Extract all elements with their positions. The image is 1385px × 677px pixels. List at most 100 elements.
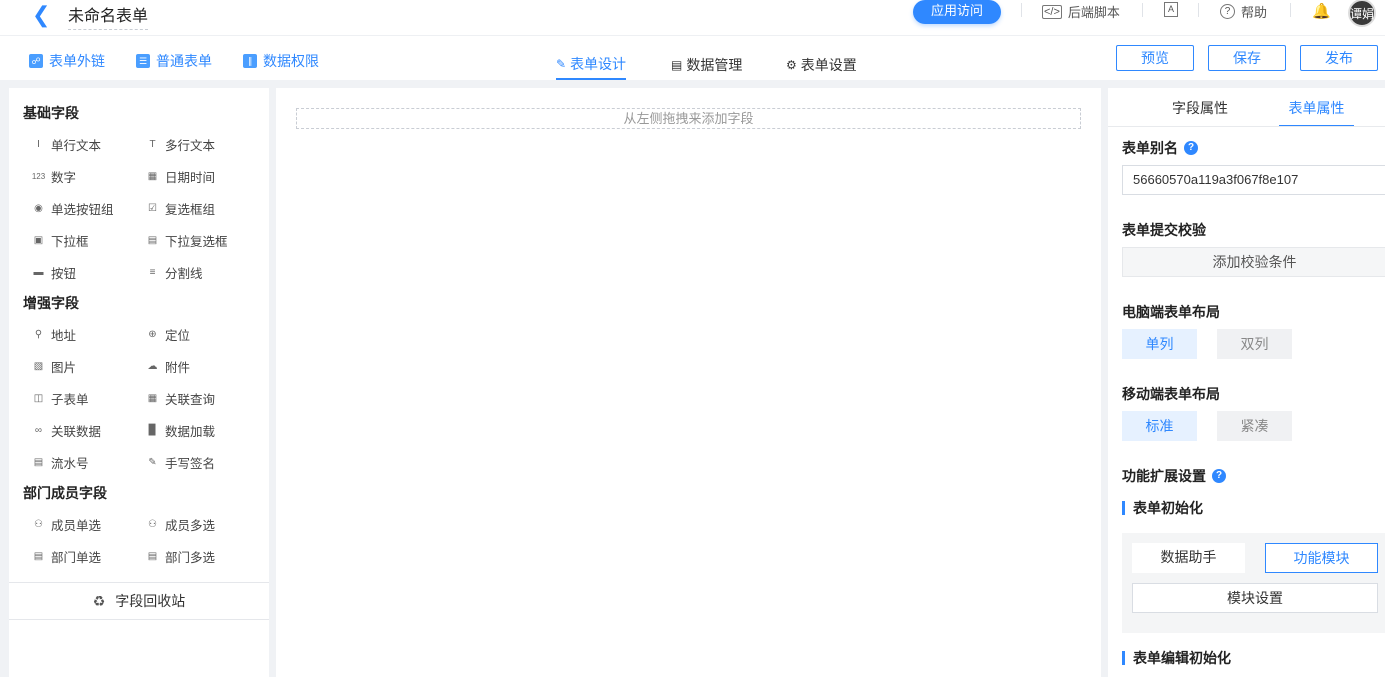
field-datetime[interactable]: ▦ 日期时间 <box>146 167 215 186</box>
help-icon[interactable]: ? <box>1184 141 1198 155</box>
checkbox-icon: ☑ <box>148 203 157 214</box>
field-divider[interactable]: ≡ 分割线 <box>146 263 203 282</box>
mobile-layout-label: 移动端表单布局 <box>1122 386 1220 402</box>
properties-panel: 字段属性 表单属性 表单别名 ? 56660570a119a3f067f8e10… <box>1108 88 1385 677</box>
function-module-button[interactable]: 功能模块 <box>1265 543 1378 573</box>
field-radio-group[interactable]: ◉ 单选按钮组 <box>32 199 113 218</box>
tab-data-management[interactable]: ▤ 数据管理 <box>671 49 742 80</box>
mobile-layout-compact[interactable]: 紧凑 <box>1217 411 1292 441</box>
form-canvas[interactable]: 从左侧拖拽来添加字段 <box>276 88 1101 677</box>
bar-chart-icon: ∥ <box>243 54 257 68</box>
divider-icon: ≡ <box>149 267 156 278</box>
link-icon: ☍ <box>29 54 43 68</box>
field-dept-single[interactable]: ▤ 部门单选 <box>32 547 101 566</box>
pc-layout-single[interactable]: 单列 <box>1122 329 1197 359</box>
field-dropdown[interactable]: ▣ 下拉框 <box>32 231 89 250</box>
field-related-query[interactable]: ▦ 关联查询 <box>146 389 215 408</box>
top-bar: ❮ 未命名表单 应用访问 </> 后端脚本 A ? 帮助 🔔 谭娟 <box>0 0 1385 36</box>
mobile-layout-standard[interactable]: 标准 <box>1122 411 1197 441</box>
data-assistant-button[interactable]: 数据助手 <box>1132 543 1245 573</box>
field-serial-number[interactable]: ▤ 流水号 <box>32 453 89 472</box>
form-external-link[interactable]: ☍ 表单外链 <box>29 51 105 71</box>
field-signature[interactable]: ✎ 手写签名 <box>146 453 215 472</box>
form-external-link-label: 表单外链 <box>49 53 105 69</box>
bar-chart-icon: ▉ <box>148 425 157 436</box>
number-icon: 123 <box>31 172 46 181</box>
divider <box>1198 3 1199 17</box>
field-member-single[interactable]: ⚇ 成员单选 <box>32 515 101 534</box>
calendar-icon: ▦ <box>147 171 158 182</box>
field-label: 复选框组 <box>165 203 216 217</box>
module-settings-button[interactable]: 模块设置 <box>1132 583 1378 613</box>
field-subform[interactable]: ◫ 子表单 <box>32 389 89 408</box>
field-label: 单行文本 <box>51 139 102 153</box>
bell-icon[interactable]: 🔔 <box>1312 2 1331 20</box>
field-button[interactable]: ▬ 按钮 <box>32 263 77 282</box>
alias-label: 表单别名 ? <box>1122 138 1198 158</box>
pen-icon: ✎ <box>148 457 157 468</box>
field-location[interactable]: ⊕ 定位 <box>146 325 190 344</box>
field-label: 附件 <box>165 361 191 375</box>
backend-script-button[interactable]: </> 后端脚本 <box>1042 2 1120 21</box>
users-icon: ⚇ <box>148 519 157 530</box>
form-title[interactable]: 未命名表单 <box>68 2 149 30</box>
pc-layout-label: 电脑端表单布局 <box>1122 304 1220 320</box>
field-attachment[interactable]: ☁ 附件 <box>146 357 191 376</box>
help-label: 帮助 <box>1241 5 1268 20</box>
field-label: 地址 <box>51 329 77 343</box>
drop-zone[interactable]: 从左侧拖拽来添加字段 <box>296 108 1081 129</box>
tab-form-settings[interactable]: ⚙ 表单设置 <box>786 49 857 80</box>
help-button[interactable]: ? 帮助 <box>1220 2 1267 21</box>
field-label: 部门单选 <box>51 551 102 565</box>
field-label: 日期时间 <box>165 171 216 185</box>
backend-script-label: 后端脚本 <box>1067 5 1120 20</box>
back-icon[interactable]: ❮ <box>32 4 50 26</box>
chart-icon: ▤ <box>671 57 683 72</box>
tab-form-design-label: 表单设计 <box>570 55 627 72</box>
settings-doc-icon: ⚙ <box>786 57 797 72</box>
field-data-load[interactable]: ▉ 数据加载 <box>146 421 215 440</box>
tab-form-settings-label: 表单设置 <box>800 56 857 73</box>
field-dept-multi[interactable]: ▤ 部门多选 <box>146 547 215 566</box>
tab-form-properties[interactable]: 表单属性 <box>1279 98 1354 127</box>
tab-field-properties[interactable]: 字段属性 <box>1172 98 1228 127</box>
field-address[interactable]: ⚲ 地址 <box>32 325 76 344</box>
publish-button[interactable]: 发布 <box>1300 45 1378 71</box>
field-recycle-bin[interactable]: ♻ 字段回收站 <box>9 582 269 620</box>
field-label: 按钮 <box>51 267 77 281</box>
divider <box>1142 3 1143 17</box>
text-cursor-icon: I <box>37 139 40 150</box>
code-icon: </> <box>1042 4 1062 19</box>
pc-layout-double[interactable]: 双列 <box>1217 329 1292 359</box>
field-related-data[interactable]: ∞ 关联数据 <box>32 421 101 440</box>
tab-form-design[interactable]: ✎ 表单设计 <box>556 49 627 80</box>
field-label: 数字 <box>51 171 77 185</box>
help-icon[interactable]: ? <box>1212 469 1226 483</box>
field-label: 图片 <box>51 361 77 375</box>
alias-label-text: 表单别名 <box>1122 140 1178 156</box>
field-checkbox-group[interactable]: ☑ 复选框组 <box>146 199 215 218</box>
data-permission-link[interactable]: ∥ 数据权限 <box>243 51 319 71</box>
normal-form-link[interactable]: ☰ 普通表单 <box>136 51 212 71</box>
field-single-line-text[interactable]: I 单行文本 <box>32 135 101 154</box>
multiline-text-icon: T <box>149 139 156 150</box>
add-validation-button[interactable]: 添加校验条件 <box>1122 247 1385 277</box>
user-icon: ⚇ <box>34 519 43 530</box>
image-icon: ▧ <box>33 361 44 372</box>
field-member-multi[interactable]: ⚇ 成员多选 <box>146 515 215 534</box>
field-image[interactable]: ▧ 图片 <box>32 357 76 376</box>
preview-button[interactable]: 预览 <box>1116 45 1194 71</box>
field-multi-dropdown[interactable]: ▤ 下拉复选框 <box>146 231 228 250</box>
save-button[interactable]: 保存 <box>1208 45 1286 71</box>
field-label: 分割线 <box>165 267 203 281</box>
subform-icon: ◫ <box>33 393 44 404</box>
form-init-box: 数据助手 功能模块 模块设置 <box>1122 533 1385 633</box>
avatar[interactable]: 谭娟 <box>1348 0 1376 27</box>
field-label: 定位 <box>165 329 191 343</box>
tab-data-management-label: 数据管理 <box>686 56 743 73</box>
doc-icon[interactable]: A <box>1164 2 1178 17</box>
field-number[interactable]: 123 数字 <box>32 167 76 186</box>
field-multi-line-text[interactable]: T 多行文本 <box>146 135 215 154</box>
alias-input[interactable]: 56660570a119a3f067f8e107 <box>1122 165 1385 195</box>
app-visit-button[interactable]: 应用访问 <box>913 0 1001 24</box>
